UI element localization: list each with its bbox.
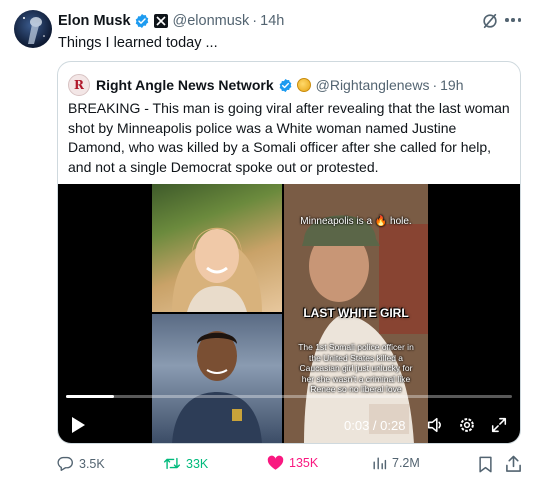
video-overlay-top: Minneapolis is a 🔥 hole. — [300, 216, 412, 227]
author-name[interactable]: Elon Musk — [58, 13, 131, 29]
quote-author-name[interactable]: Right Angle News Network — [96, 77, 274, 93]
repost-button[interactable]: 33K — [163, 455, 208, 472]
x-badge-icon — [153, 14, 168, 28]
tweet-actions: 3.5K 33K 135K 7.2M — [57, 455, 522, 475]
video-player[interactable]: Minneapolis is a 🔥 hole. LAST WHITE GIRL… — [58, 184, 520, 443]
tweet[interactable]: Elon Musk @elonmusk · 14h Things I learn… — [0, 0, 534, 483]
reply-button[interactable]: 3.5K — [57, 455, 105, 472]
quoted-tweet[interactable]: R Right Angle News Network @Rightanglene… — [57, 61, 521, 444]
quote-text: BREAKING - This man is going viral after… — [68, 99, 513, 177]
more-icon[interactable] — [505, 18, 521, 24]
bookmark-icon[interactable] — [478, 456, 493, 473]
quote-time[interactable]: 19h — [440, 77, 463, 93]
quote-text-line: Damond, who was killed by a Somali offic… — [68, 139, 492, 155]
like-count: 135K — [289, 456, 319, 470]
author-handle[interactable]: @elonmusk — [173, 13, 250, 29]
grok-icon[interactable] — [481, 12, 499, 30]
verified-icon — [135, 14, 148, 28]
tweet-time[interactable]: 14h — [260, 13, 284, 29]
quote-separator-dot: · — [432, 77, 438, 93]
tweet-header: Elon Musk @elonmusk · 14h — [58, 11, 284, 31]
video-panel-man-selfie: Minneapolis is a 🔥 hole. LAST WHITE GIRL… — [284, 184, 428, 443]
quote-handle[interactable]: @Rightanglenews — [316, 77, 430, 93]
settings-icon[interactable] — [458, 416, 476, 434]
quote-header: R Right Angle News Network @Rightanglene… — [68, 74, 464, 96]
quote-emoji-badge-icon — [296, 78, 311, 92]
like-button[interactable]: 135K — [267, 455, 318, 471]
tweet-text: Things I learned today ... — [58, 35, 218, 51]
author-avatar[interactable] — [14, 10, 52, 48]
fullscreen-icon[interactable] — [490, 416, 508, 434]
share-icon[interactable] — [505, 455, 522, 473]
video-panel-woman-photo — [152, 184, 282, 312]
video-progress-fill — [66, 395, 114, 398]
quote-text-line: and not a single Democrat spoke out or p… — [68, 158, 379, 175]
avatar-image — [23, 17, 45, 44]
views-icon — [373, 457, 387, 470]
repost-count: 33K — [186, 456, 209, 471]
separator-dot: · — [252, 13, 258, 29]
video-panel-officer-photo — [152, 314, 282, 443]
views-count: 7.2M — [392, 456, 420, 470]
repost-icon — [163, 457, 181, 470]
volume-icon[interactable] — [426, 416, 444, 434]
reply-icon — [57, 456, 73, 471]
reply-count: 3.5K — [79, 456, 105, 471]
quote-avatar[interactable]: R — [68, 74, 90, 96]
views-button[interactable]: 7.2M — [371, 455, 420, 471]
play-icon[interactable] — [70, 416, 86, 434]
like-icon — [267, 455, 284, 470]
video-time: 0:03 / 0:28 — [344, 418, 406, 433]
quote-verified-icon — [279, 78, 291, 92]
video-progress-bar[interactable] — [66, 395, 512, 398]
quote-text-line: BREAKING - This man is going viral after… — [68, 100, 510, 116]
quote-text-line: shot by Minneapolis police was a White w… — [68, 119, 457, 136]
video-overlay-title: LAST WHITE GIRL — [303, 306, 409, 320]
video-overlay-caption: The 1st Somali police officer in the Uni… — [298, 342, 414, 394]
